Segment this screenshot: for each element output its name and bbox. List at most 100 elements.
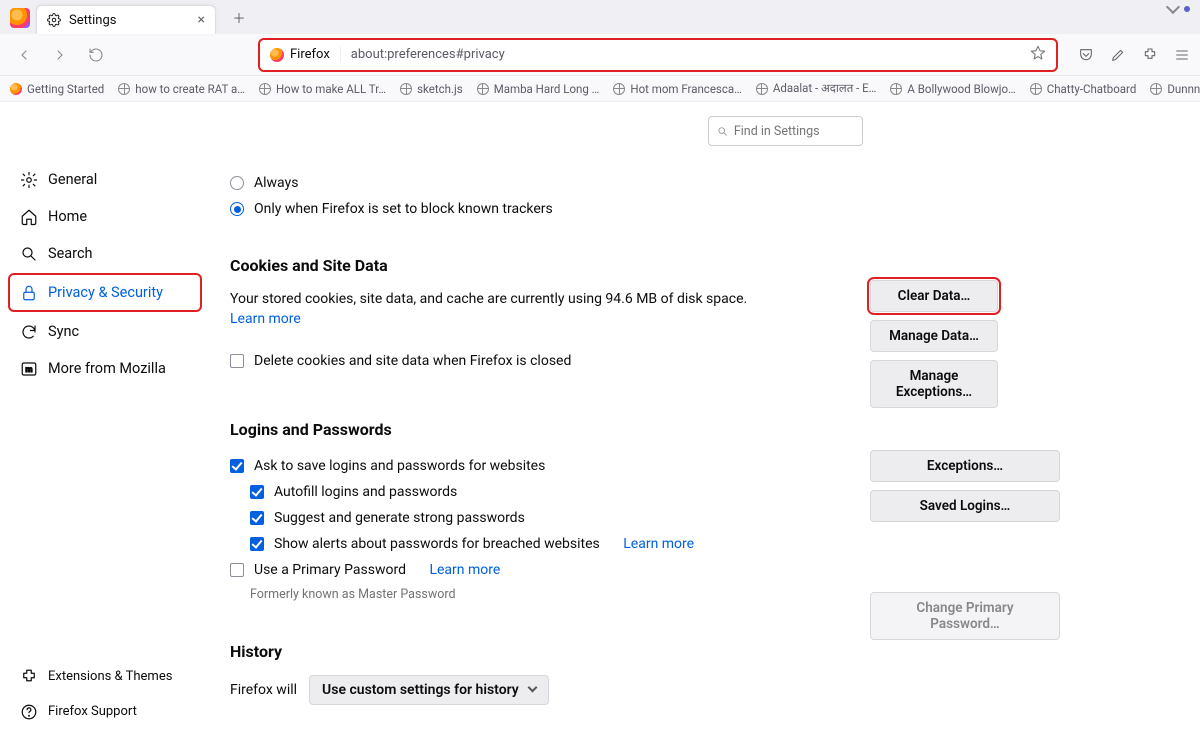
sidebar-item-label: Firefox Support <box>48 704 137 719</box>
search-icon <box>20 245 38 263</box>
select-value: Use custom settings for history <box>322 682 519 698</box>
manage-exceptions-button[interactable]: Manage Exceptions… <box>870 360 998 408</box>
bookmark-item[interactable]: A Bollywood Blowjo… <box>890 82 1015 96</box>
checkbox-label: Suggest and generate strong passwords <box>274 510 525 526</box>
url-text: about:preferences#privacy <box>351 47 505 62</box>
checkbox-icon <box>230 563 244 577</box>
bookmark-star-icon[interactable] <box>1030 45 1046 65</box>
sidebar-item-extensions[interactable]: Extensions & Themes <box>10 660 200 693</box>
chevron-down-icon <box>527 683 537 693</box>
pocket-icon[interactable] <box>1078 47 1094 63</box>
bookmark-item[interactable]: Getting Started <box>10 82 104 96</box>
checkbox-label: Use a Primary Password <box>254 562 406 578</box>
section-heading: Cookies and Site Data <box>230 256 790 275</box>
checkbox-icon <box>230 459 244 473</box>
history-section: History Firefox will Use custom settings… <box>230 642 790 705</box>
radio-label: Only when Firefox is set to block known … <box>254 201 553 217</box>
sync-icon <box>20 323 38 341</box>
firefox-icon <box>10 83 22 95</box>
sidebar-item-label: Extensions & Themes <box>48 669 172 684</box>
reload-button[interactable] <box>82 41 110 69</box>
globe-icon <box>259 83 271 95</box>
nav-toolbar: Firefox about:preferences#privacy <box>0 34 1200 76</box>
radio-only-block[interactable]: Only when Firefox is set to block known … <box>230 196 790 222</box>
sidebar-item-label: Sync <box>48 323 79 340</box>
checkbox-icon <box>250 537 264 551</box>
sidebar-item-privacy[interactable]: Privacy & Security <box>8 273 202 312</box>
checkbox-primary-password[interactable]: Use a Primary Password Learn more <box>230 557 790 583</box>
sidebar-item-general[interactable]: General <box>10 162 200 197</box>
section-heading: History <box>230 642 790 661</box>
sidebar-item-label: More from Mozilla <box>48 360 166 377</box>
learn-more-link[interactable]: Learn more <box>429 562 500 578</box>
sidebar-item-label: General <box>48 171 97 188</box>
sidebar-item-sync[interactable]: Sync <box>10 314 200 349</box>
clear-data-button[interactable]: Clear Data… <box>870 280 998 312</box>
globe-icon <box>477 83 489 95</box>
back-button[interactable] <box>10 41 38 69</box>
checkbox-delete-on-close[interactable]: Delete cookies and site data when Firefo… <box>230 348 790 374</box>
learn-more-link[interactable]: Learn more <box>230 311 301 327</box>
checkbox-autofill[interactable]: Autofill logins and passwords <box>250 479 790 505</box>
radio-label: Always <box>254 175 298 191</box>
bookmark-item[interactable]: how to create RAT a… <box>118 82 245 96</box>
manage-data-button[interactable]: Manage Data… <box>870 320 998 352</box>
puzzle-icon <box>20 668 38 686</box>
sidebar-item-support[interactable]: Firefox Support <box>10 695 200 728</box>
checkbox-icon <box>250 485 264 499</box>
sidebar-item-label: Privacy & Security <box>48 284 163 301</box>
lock-icon <box>20 284 38 302</box>
find-in-settings[interactable] <box>708 116 863 146</box>
checkbox-label: Delete cookies and site data when Firefo… <box>254 353 571 369</box>
tab-title: Settings <box>69 13 116 28</box>
bookmark-item[interactable]: Mamba Hard Long … <box>477 82 600 96</box>
bookmark-item[interactable]: Dunnnk - Generate … <box>1150 82 1200 96</box>
checkbox-breach-alerts[interactable]: Show alerts about passwords for breached… <box>250 531 790 557</box>
checkbox-label: Show alerts about passwords for breached… <box>274 536 600 552</box>
identity-label: Firefox <box>290 47 330 62</box>
bookmark-item[interactable]: Hot mom Francesca… <box>613 82 741 96</box>
globe-icon <box>1030 83 1042 95</box>
categories-sidebar: General Home Search Privacy & Security S… <box>0 102 210 750</box>
bookmark-item[interactable]: Adaalat - अदालत - E… <box>756 81 877 96</box>
sidebar-item-more[interactable]: m More from Mozilla <box>10 351 200 386</box>
checkbox-icon <box>250 511 264 525</box>
radio-icon <box>230 176 244 190</box>
learn-more-link[interactable]: Learn more <box>623 536 694 552</box>
bookmark-item[interactable]: sketch.js <box>400 82 463 96</box>
notification-dot-icon <box>1184 6 1190 12</box>
identity-box[interactable]: Firefox <box>270 47 341 62</box>
home-icon <box>20 208 38 226</box>
menu-icon[interactable] <box>1174 47 1190 63</box>
firefox-app-icon <box>10 8 30 28</box>
forward-button[interactable] <box>46 41 74 69</box>
url-bar[interactable]: Firefox about:preferences#privacy <box>258 38 1058 72</box>
extensions-icon[interactable] <box>1142 47 1158 63</box>
sidebar-item-home[interactable]: Home <box>10 199 200 234</box>
change-primary-password-button[interactable]: Change Primary Password… <box>870 592 1060 640</box>
find-input[interactable] <box>734 124 854 139</box>
radio-icon <box>230 202 244 216</box>
edit-icon[interactable] <box>1110 47 1126 63</box>
checkbox-icon <box>230 354 244 368</box>
tab-settings[interactable]: Settings × <box>36 5 216 34</box>
close-tab-icon[interactable]: × <box>198 12 205 28</box>
gear-icon <box>20 171 38 189</box>
tab-bar: Settings × ＋ <box>0 0 1200 34</box>
globe-icon <box>1150 83 1162 95</box>
checkbox-ask-save[interactable]: Ask to save logins and passwords for web… <box>230 453 790 479</box>
new-tab-button[interactable]: ＋ <box>226 4 252 30</box>
checkbox-suggest-strong[interactable]: Suggest and generate strong passwords <box>250 505 790 531</box>
bookmark-item[interactable]: Chatty-Chatboard <box>1030 82 1137 96</box>
sidebar-item-label: Search <box>48 245 93 262</box>
globe-icon <box>400 83 412 95</box>
logins-exceptions-button[interactable]: Exceptions… <box>870 450 1060 482</box>
tabs-dropdown-icon[interactable] <box>1166 0 1180 14</box>
sidebar-item-search[interactable]: Search <box>10 236 200 271</box>
globe-icon <box>756 83 768 95</box>
preferences-content: General Home Search Privacy & Security S… <box>0 102 1200 750</box>
history-mode-select[interactable]: Use custom settings for history <box>309 675 549 705</box>
bookmark-item[interactable]: How to make ALL Tr… <box>259 82 386 96</box>
radio-always[interactable]: Always <box>230 170 790 196</box>
saved-logins-button[interactable]: Saved Logins… <box>870 490 1060 522</box>
